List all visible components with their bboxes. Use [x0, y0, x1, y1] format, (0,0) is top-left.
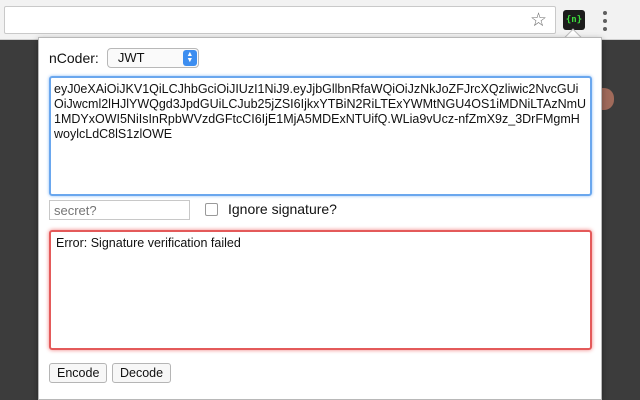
token-input[interactable]: eyJ0eXAiOiJKV1QiLCJhbGciOiJIUzI1NiJ9.eyJ… [49, 76, 592, 196]
ignore-signature-row: Ignore signature? [205, 201, 337, 217]
coder-select-value: JWT [117, 50, 145, 65]
secret-input[interactable] [49, 200, 190, 220]
address-bar[interactable]: ☆ [4, 6, 556, 34]
page-avatar [602, 88, 614, 110]
error-message: Error: Signature verification failed [56, 236, 241, 250]
coder-select[interactable]: JWT ▲ ▼ [106, 48, 199, 68]
decode-button[interactable]: Decode [112, 363, 172, 383]
browser-toolbar: ☆ {n} [0, 0, 640, 40]
star-icon[interactable]: ☆ [530, 9, 547, 31]
select-arrows-icon: ▲ ▼ [182, 50, 197, 66]
encode-button[interactable]: Encode [49, 363, 108, 383]
ignore-signature-checkbox[interactable] [205, 202, 218, 216]
vertical-dots-icon[interactable] [600, 11, 610, 31]
ignore-signature-label: Ignore signature? [228, 201, 337, 217]
ncoder-extension-icon[interactable]: {n} [563, 10, 585, 30]
output-box[interactable]: Error: Signature verification failed [49, 230, 592, 350]
extension-popup: nCoder: JWT ▲ ▼ eyJ0eXAiOiJKV1QiLCJhbGciO… [38, 37, 602, 400]
coder-row: nCoder: JWT ▲ ▼ [49, 47, 199, 69]
coder-label: nCoder: [49, 50, 99, 66]
